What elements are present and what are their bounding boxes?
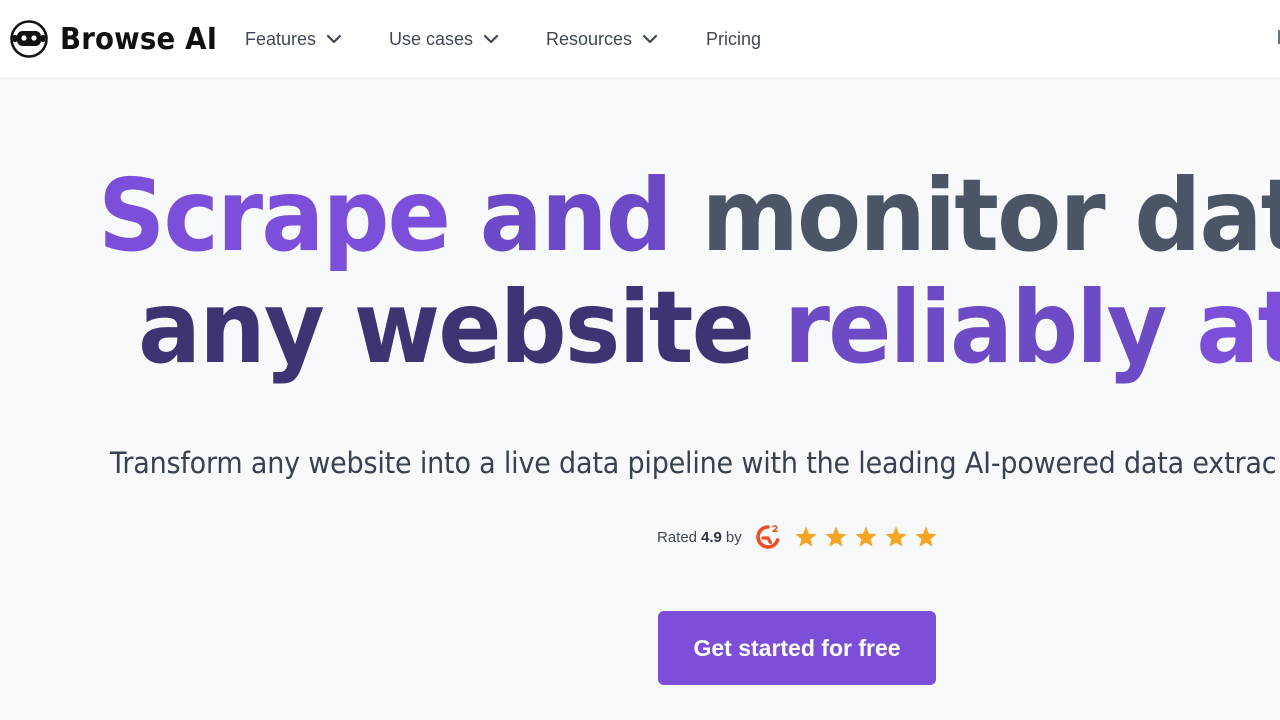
headline-word: data <box>1134 157 1280 274</box>
page: Browse AI Features Use cases Resources P… <box>0 0 1280 720</box>
nav-use-cases[interactable]: Use cases <box>389 26 499 52</box>
chevron-down-icon <box>642 34 658 44</box>
robot-face-icon <box>10 20 48 58</box>
nav-resources[interactable]: Resources <box>546 26 658 52</box>
headline-word: at <box>1196 269 1280 386</box>
star-icon <box>915 526 937 547</box>
hero-headline: Scrape and monitor data f any website re… <box>0 160 1280 400</box>
rating-prefix: Rated <box>657 528 698 546</box>
nav-features-label: Features <box>245 28 317 49</box>
site-header: Browse AI Features Use cases Resources P… <box>0 0 1280 79</box>
headline-word: Scrape <box>98 157 451 274</box>
rating-suffix: by <box>725 528 742 546</box>
nav-resources-label: Resources <box>546 28 633 49</box>
headline-word: and <box>479 157 673 274</box>
headline-line-1: Scrape and monitor data f <box>98 160 1280 272</box>
headline-word: reliably <box>783 269 1168 386</box>
chevron-down-icon <box>483 34 499 44</box>
get-started-button[interactable]: Get started for free <box>658 611 936 685</box>
nav-pricing[interactable]: Pricing <box>706 26 761 52</box>
brand-logo-link[interactable]: Browse AI <box>10 19 231 59</box>
star-icon <box>885 526 907 547</box>
brand-name: Browse AI <box>60 21 218 57</box>
star-icon <box>855 526 877 547</box>
star-icon <box>795 526 817 547</box>
headline-word: website <box>353 269 755 386</box>
hero-subheadline: Transform any website into a live data p… <box>110 446 1277 480</box>
g2-logo-icon <box>756 525 780 549</box>
nav-pricing-label: Pricing <box>706 28 762 49</box>
nav-features[interactable]: Features <box>245 26 342 52</box>
headline-word: monitor <box>701 157 1105 274</box>
rating-stars <box>794 525 944 549</box>
rating-score: 4.9 <box>701 528 722 546</box>
headline-line-2: any website reliably at sc <box>138 272 1280 384</box>
rating-row: Rated 4.9 by <box>657 520 944 554</box>
headline-word: any <box>138 269 325 386</box>
nav-use-cases-label: Use cases <box>389 28 474 49</box>
star-icon <box>825 526 847 547</box>
chevron-down-icon <box>326 34 342 44</box>
